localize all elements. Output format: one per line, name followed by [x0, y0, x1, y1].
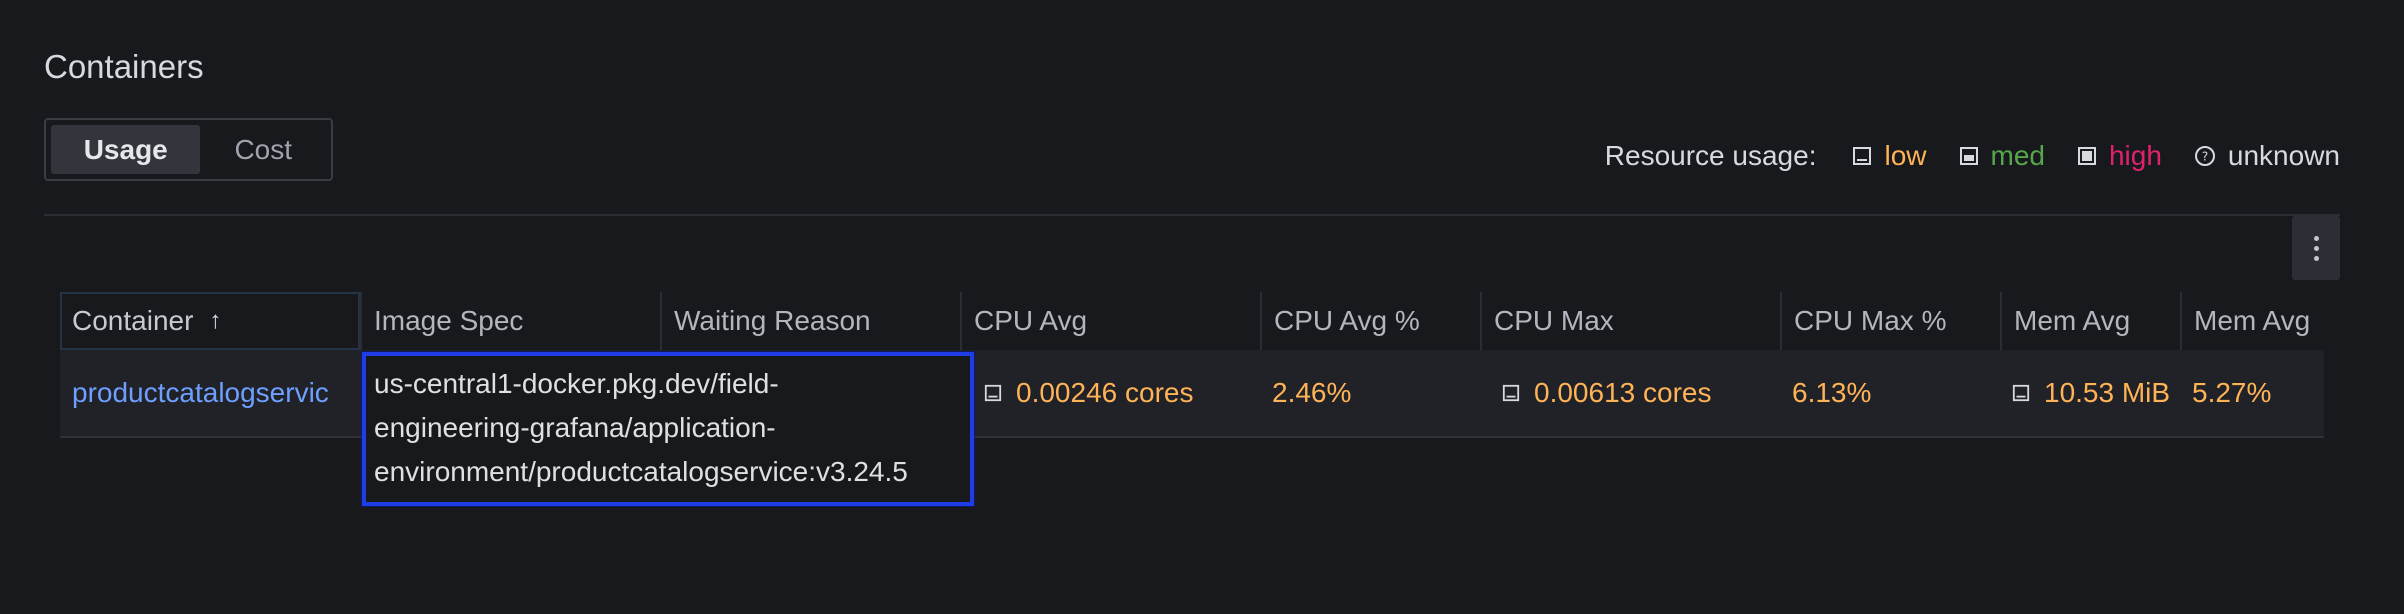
containers-panel: Containers Usage Cost Resource usage: lo… [0, 0, 2404, 614]
legend-label: Resource usage: [1604, 140, 1817, 171]
panel-divider [44, 214, 2340, 216]
tooltip-line: us-central1-docker.pkg.dev/field- [374, 368, 779, 399]
legend-item-low: low [1852, 140, 1927, 172]
cell-cpu-max: 0.00613 cores [1480, 350, 1780, 436]
view-toggle: Usage Cost [44, 118, 333, 181]
column-header-mem-avg-pct[interactable]: Mem Avg [2180, 292, 2324, 350]
image-spec-tooltip: us-central1-docker.pkg.dev/field- engine… [362, 352, 974, 506]
gauge-low-icon [984, 384, 1002, 402]
table-menu-button[interactable] [2292, 216, 2340, 280]
column-header-waiting-reason[interactable]: Waiting Reason [660, 292, 960, 350]
column-header-image-spec[interactable]: Image Spec [360, 292, 660, 350]
column-header-cpu-avg-pct[interactable]: CPU Avg % [1260, 292, 1480, 350]
cell-cpu-avg: 0.00246 cores [960, 350, 1260, 436]
column-header-cpu-max[interactable]: CPU Max [1480, 292, 1780, 350]
column-header-cpu-avg[interactable]: CPU Avg [960, 292, 1260, 350]
question-circle-icon: ? [2194, 146, 2215, 166]
tooltip-line: environment/productcatalogservice:v3.24.… [374, 456, 908, 487]
legend-med-label: med [1990, 140, 2045, 171]
legend-item-unknown: ? unknown [2194, 140, 2340, 172]
kebab-menu-icon [2313, 235, 2319, 241]
cell-cpu-avg-pct: 2.46% [1272, 377, 1352, 408]
column-header-container[interactable]: Container ↑ [60, 292, 360, 350]
legend-unknown-label: unknown [2227, 140, 2340, 171]
svg-text:?: ? [2202, 150, 2208, 164]
tab-cost[interactable]: Cost [200, 125, 326, 174]
resource-usage-legend: Resource usage: low med high ? unknown [1605, 140, 2340, 172]
container-link[interactable]: productcatalogservic [72, 377, 329, 409]
legend-item-high: high [2077, 140, 2162, 172]
legend-low-label: low [1884, 140, 1927, 171]
legend-high-label: high [2108, 140, 2162, 171]
panel-title: Containers [44, 48, 204, 85]
gauge-high-icon [2077, 147, 2096, 165]
gauge-low-icon [1853, 147, 1872, 165]
column-header-mem-avg[interactable]: Mem Avg [2000, 292, 2180, 350]
legend-item-med: med [1959, 140, 2045, 172]
tab-usage[interactable]: Usage [51, 125, 201, 174]
cell-container: productcatalogservic [60, 350, 360, 436]
column-header-cpu-max-pct[interactable]: CPU Max % [1780, 292, 2000, 350]
cell-mem-avg-pct: 5.27% [2192, 377, 2272, 408]
gauge-low-icon [2012, 384, 2030, 402]
gauge-low-icon [1502, 384, 1520, 402]
gauge-med-icon [1959, 147, 1978, 165]
cell-cpu-max-pct: 6.13% [1792, 377, 1872, 408]
sort-ascending-icon: ↑ [209, 307, 222, 334]
table-header: Container ↑ Image Spec Waiting Reason CP… [60, 292, 2324, 350]
tooltip-line: engineering-grafana/application- [374, 412, 776, 443]
